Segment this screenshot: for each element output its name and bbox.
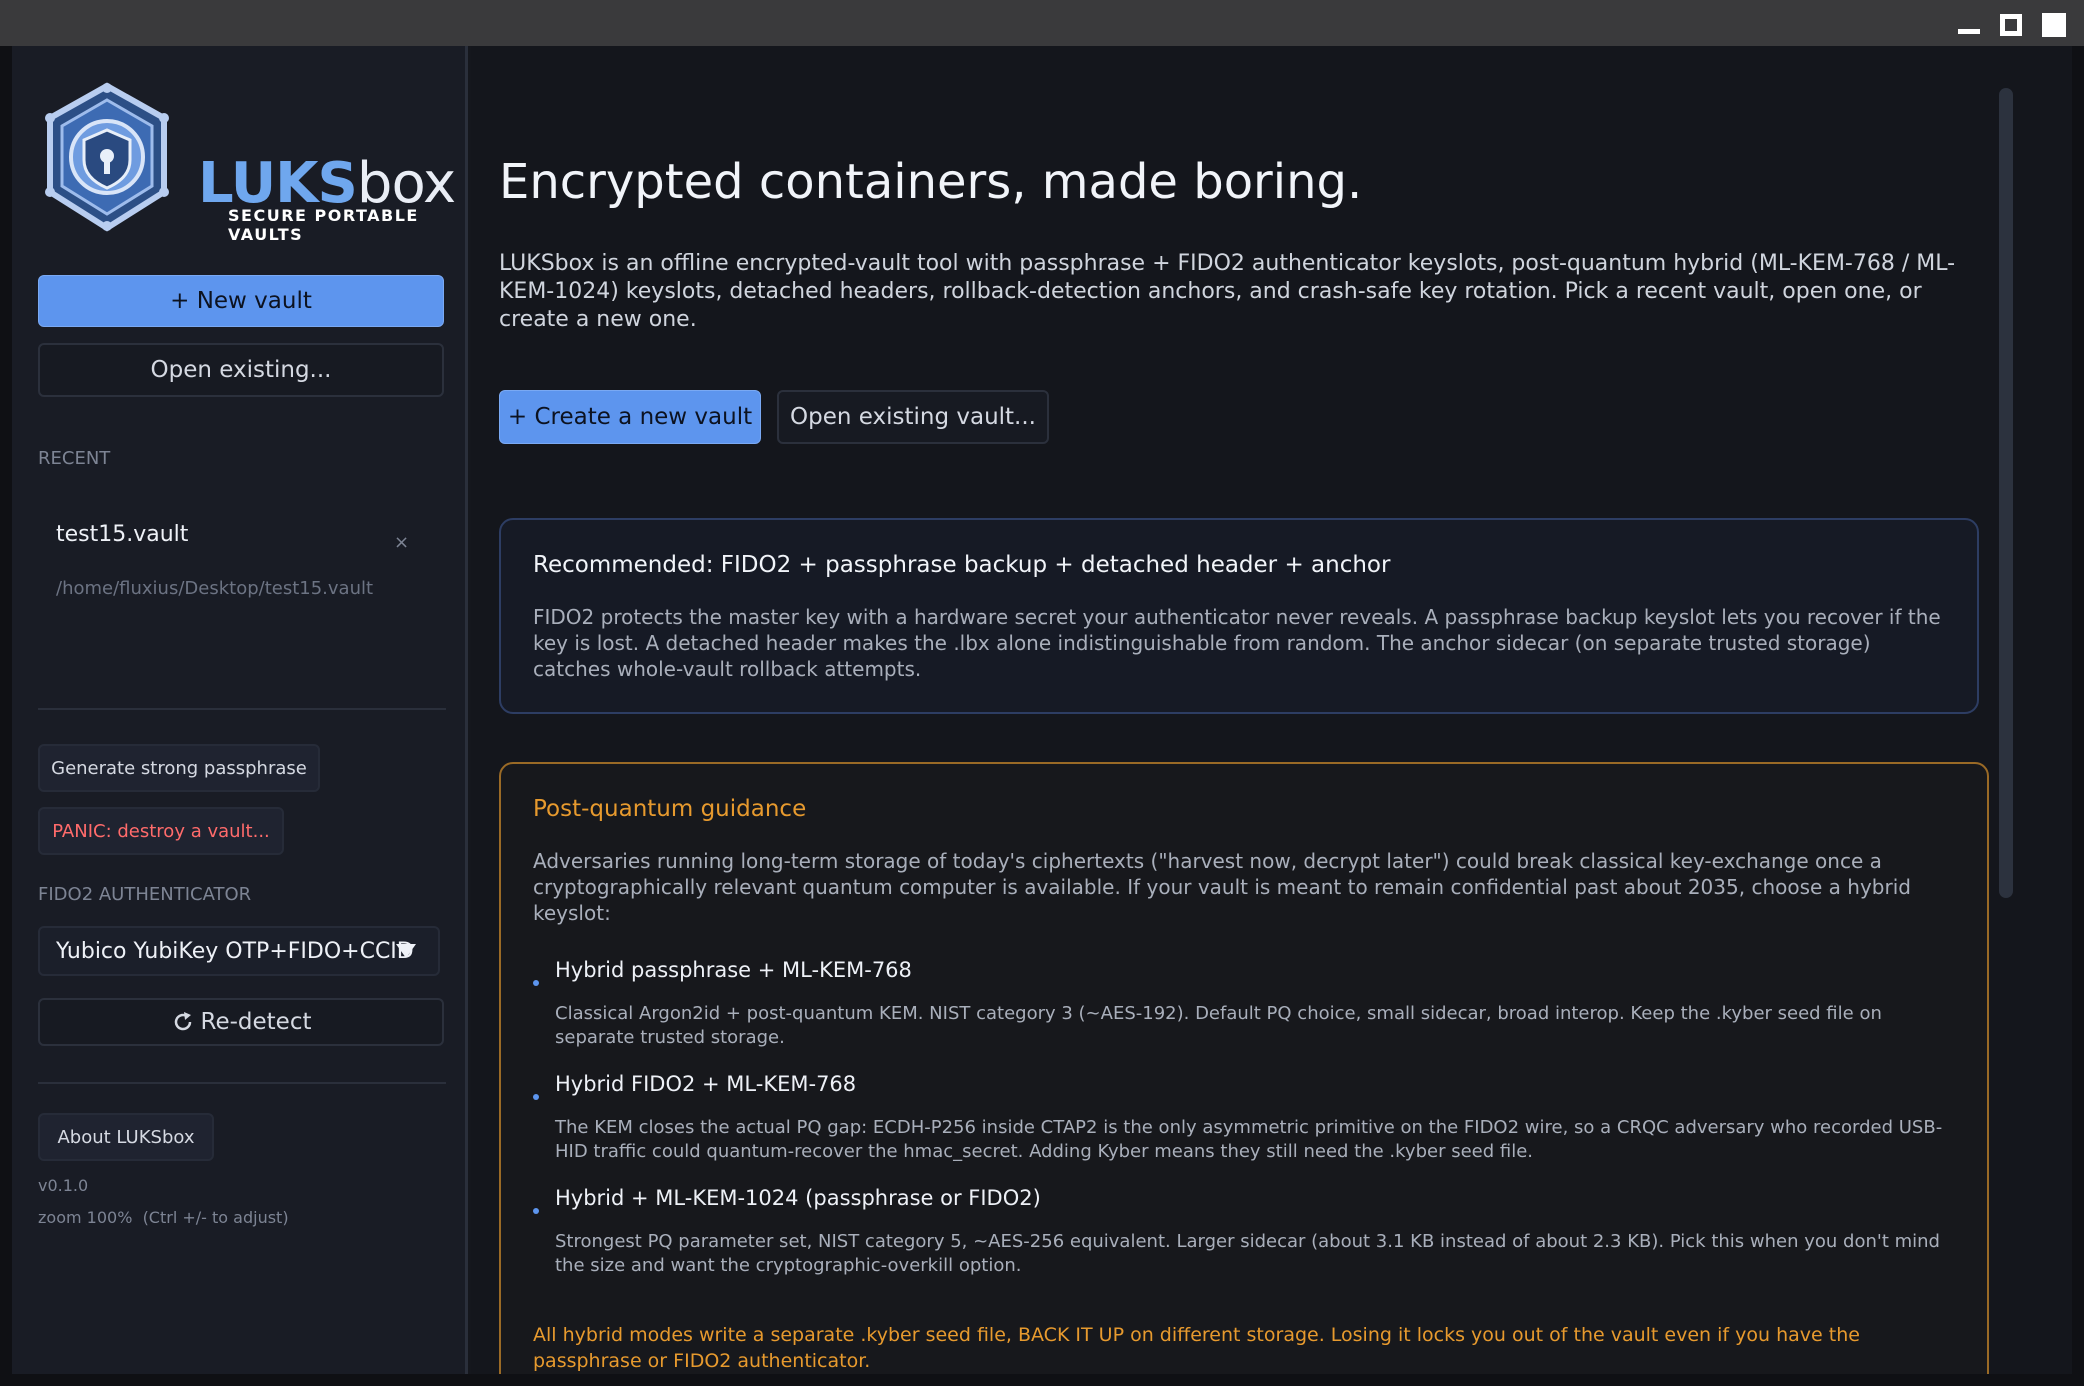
brand-logo: LUKSbox SECURE PORTABLE VAULTS bbox=[42, 82, 456, 244]
new-vault-button[interactable]: + New vault bbox=[38, 275, 444, 327]
main-panel: Encrypted containers, made boring. LUKSb… bbox=[471, 46, 2072, 1374]
brand-tagline: SECURE PORTABLE VAULTS bbox=[228, 206, 419, 244]
pq-body: Adversaries running long-term storage of… bbox=[533, 849, 1911, 925]
minimize-icon[interactable] bbox=[1958, 14, 1980, 36]
chevron-down-icon bbox=[396, 944, 416, 958]
recent-item-name: test15.vault bbox=[56, 522, 189, 547]
recommended-body: FIDO2 protects the master key with a har… bbox=[533, 605, 1941, 681]
fido2-authenticator-select[interactable]: Yubico YubiKey OTP+FIDO+CCID bbox=[38, 926, 440, 976]
fullscreen-icon[interactable] bbox=[2042, 13, 2066, 37]
panic-button[interactable]: PANIC: destroy a vault... bbox=[38, 807, 284, 855]
pq-title: Post-quantum guidance bbox=[533, 796, 807, 822]
refresh-icon bbox=[174, 1012, 191, 1031]
page-title: Encrypted containers, made boring. bbox=[499, 154, 1363, 210]
shield-lock-icon bbox=[45, 82, 169, 232]
close-icon[interactable]: × bbox=[394, 532, 409, 553]
generate-passphrase-button[interactable]: Generate strong passphrase bbox=[38, 744, 320, 792]
sidebar-divider bbox=[38, 1082, 446, 1084]
sidebar-divider bbox=[38, 708, 446, 710]
bullet-icon bbox=[533, 1208, 539, 1214]
create-vault-button[interactable]: + Create a new vault bbox=[499, 390, 761, 444]
open-existing-button[interactable]: Open existing... bbox=[38, 343, 444, 397]
intro-text: LUKSbox is an offline encrypted-vault to… bbox=[499, 251, 1956, 332]
sidebar: LUKSbox SECURE PORTABLE VAULTS + New vau… bbox=[12, 46, 468, 1374]
recommended-title: Recommended: FIDO2 + passphrase backup +… bbox=[533, 552, 1391, 578]
about-button[interactable]: About LUKSbox bbox=[38, 1113, 214, 1161]
redetect-button[interactable]: Re-detect bbox=[38, 998, 444, 1046]
pq-item-body: Classical Argon2id + post-quantum KEM. N… bbox=[555, 1003, 1882, 1048]
open-existing-vault-button[interactable]: Open existing vault... bbox=[777, 390, 1049, 444]
brand-wordmark: LUKSbox bbox=[198, 156, 456, 212]
zoom-label: zoom 100% (Ctrl +/- to adjust) bbox=[38, 1208, 289, 1227]
pq-item-title: Hybrid passphrase + ML-KEM-768 bbox=[555, 958, 912, 982]
pq-item-body: The KEM closes the actual PQ gap: ECDH-P… bbox=[555, 1117, 1943, 1162]
pq-item-title: Hybrid + ML-KEM-1024 (passphrase or FIDO… bbox=[555, 1186, 1041, 1210]
recommended-card: Recommended: FIDO2 + passphrase backup +… bbox=[499, 518, 1979, 714]
recent-item-path: /home/fluxius/Desktop/test15.vault bbox=[56, 578, 374, 599]
pq-warning: All hybrid modes write a separate .kyber… bbox=[533, 1324, 1860, 1372]
redetect-label: Re-detect bbox=[200, 1009, 312, 1035]
fido2-selected-value: Yubico YubiKey OTP+FIDO+CCID bbox=[56, 938, 414, 964]
app-window: LUKSbox SECURE PORTABLE VAULTS + New vau… bbox=[12, 46, 2072, 1374]
pq-item-body: Strongest PQ parameter set, NIST categor… bbox=[555, 1231, 1940, 1276]
bullet-icon bbox=[533, 980, 539, 986]
bullet-icon bbox=[533, 1094, 539, 1100]
window-titlebar bbox=[0, 0, 2084, 46]
scrollbar[interactable] bbox=[1999, 88, 2013, 898]
recent-header: RECENT bbox=[38, 448, 111, 469]
version-label: v0.1.0 bbox=[38, 1176, 89, 1195]
maximize-icon[interactable] bbox=[2000, 14, 2022, 36]
fido2-header: FIDO2 AUTHENTICATOR bbox=[38, 884, 252, 905]
pq-guidance-card: Post-quantum guidance Adversaries runnin… bbox=[499, 762, 1989, 1374]
pq-item-title: Hybrid FIDO2 + ML-KEM-768 bbox=[555, 1072, 857, 1096]
